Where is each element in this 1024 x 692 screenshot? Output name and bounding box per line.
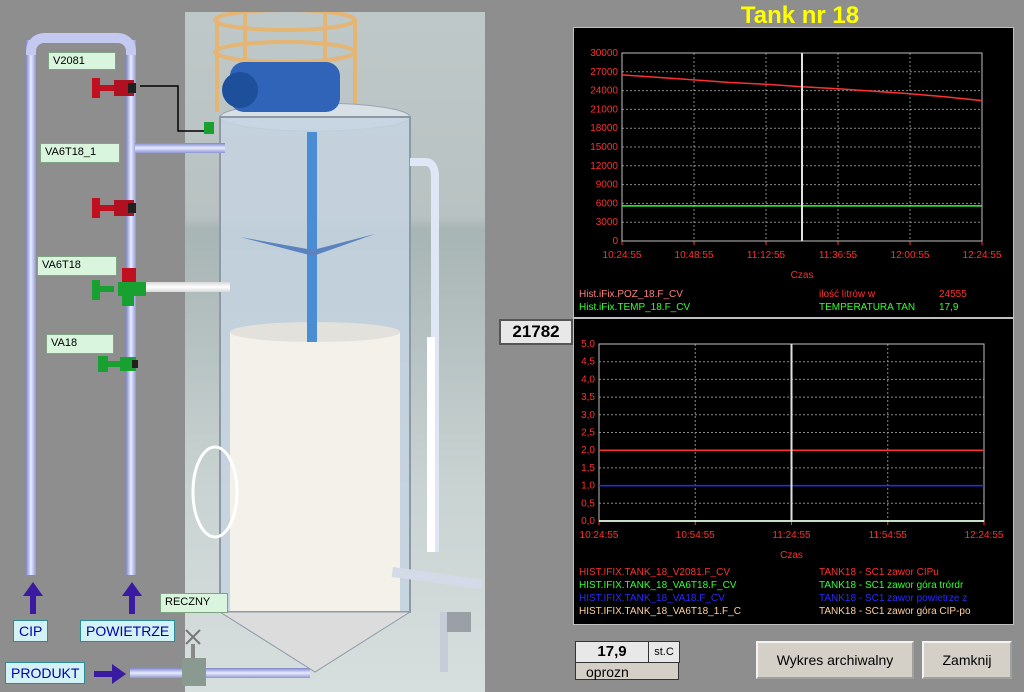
- legend-tag: Hist.iFix.POZ_18.F_CV: [579, 289, 683, 300]
- x-tick-label: 12:24:55: [965, 530, 1004, 541]
- x-tick-label: 12:00:55: [891, 250, 930, 261]
- va6t18-1-valve-icon[interactable]: [92, 196, 142, 220]
- tank-drawing: [191, 12, 483, 673]
- product-arrow-icon: [94, 664, 126, 684]
- air-arrow-icon: [122, 582, 142, 614]
- page-title: Tank nr 18: [740, 2, 860, 29]
- legend-tag: HIST.IFIX.TANK_18_VA18.F_CV: [579, 593, 725, 604]
- wire-icon: [140, 85, 214, 134]
- legend-tag: Hist.iFix.TEMP_18.F_CV: [579, 302, 690, 313]
- x-tick-label: 11:12:55: [747, 250, 786, 261]
- y-tick-label: 3,0: [581, 410, 595, 421]
- legend-tag: HIST.IFIX.TANK_18_VA6T18.F_CV: [579, 580, 737, 591]
- x-tick-label: 12:24:55: [963, 250, 1002, 261]
- tank-level-value: 21782: [499, 319, 573, 345]
- va6t18-1-tag: VA6T18_1: [40, 143, 120, 163]
- legend-tag: HIST.IFIX.TANK_18_V2081.F_CV: [579, 567, 730, 578]
- y-tick-label: 12000: [590, 161, 618, 172]
- y-tick-label: 3,5: [581, 392, 595, 403]
- legend-desc: TANK18 - SC1 zawor CIPu: [819, 567, 939, 578]
- va6t18-1-pipe: [135, 143, 225, 153]
- legend-value: 17,9: [939, 302, 959, 313]
- product-pipe: [130, 668, 310, 678]
- v2081-tag: V2081: [48, 52, 116, 70]
- y-tick-label: 1,0: [581, 481, 595, 492]
- legend-value: 24555: [939, 289, 967, 300]
- y-tick-label: 5,0: [581, 339, 595, 350]
- x-tick-label: 11:24:55: [772, 530, 811, 541]
- x-tick-label: 10:54:55: [676, 530, 715, 541]
- y-tick-label: 21000: [590, 104, 618, 115]
- y-tick-label: 27000: [590, 67, 618, 78]
- legend-tag: HIST.IFIX.TANK_18_VA6T18_1.F_C: [579, 606, 741, 617]
- y-tick-label: 0,0: [581, 516, 595, 527]
- y-tick-label: 6000: [596, 198, 619, 209]
- va6t18-tag: VA6T18: [37, 256, 117, 276]
- x-axis-label: Czas: [780, 550, 803, 561]
- va18-valve-icon[interactable]: [98, 354, 144, 374]
- x-tick-label: 10:24:55: [580, 530, 619, 541]
- legend-desc: TANK18 - SC1 zawor góra trórdr: [819, 580, 964, 591]
- cip-pipe: [26, 40, 36, 575]
- x-tick-label: 10:48:55: [675, 250, 714, 261]
- level-temp-chart: 0 3000 6000 9000 12000 15000 18000 21000 24000 27…: [573, 27, 1014, 318]
- manual-mode-tag[interactable]: RECZNY: [160, 593, 228, 613]
- cip-arrow-icon: [23, 582, 43, 614]
- valves-chart: 0,0 0,5 1,0 1,5 2,0 2,5 3,0 3,5 4,0 4,5 5,0 10:24:5…: [573, 318, 1014, 625]
- temperature-value: 17,9: [575, 641, 649, 663]
- close-button[interactable]: Zamknij: [922, 641, 1012, 679]
- x-tick-label: 11:36:55: [819, 250, 858, 261]
- temperature-unit: st.C: [648, 641, 680, 663]
- y-tick-label: 0,5: [581, 498, 595, 509]
- y-tick-label: 2,0: [581, 445, 595, 456]
- y-tick-label: 1,5: [581, 463, 595, 474]
- x-tick-label: 10:24:55: [603, 250, 642, 261]
- v2081-valve-icon[interactable]: [92, 76, 142, 100]
- y-tick-label: 15000: [590, 142, 618, 153]
- legend-desc: TANK18 - SC1 zawor góra CIP-po: [819, 606, 971, 617]
- y-tick-label: 18000: [590, 123, 618, 134]
- y-tick-label: 4,0: [581, 374, 595, 385]
- x-axis-label: Czas: [791, 270, 814, 281]
- y-tick-label: 0: [612, 236, 618, 247]
- va18-tag: VA18: [46, 334, 114, 354]
- y-tick-label: 9000: [596, 180, 619, 191]
- y-tick-label: 2,5: [581, 428, 595, 439]
- legend-desc: ilość litrów w: [819, 289, 876, 300]
- cip-nav[interactable]: CIP: [13, 620, 49, 642]
- product-nav[interactable]: PRODUKT: [5, 662, 86, 684]
- y-tick-label: 3000: [596, 217, 619, 228]
- y-tick-label: 24000: [590, 86, 618, 97]
- product-valve-icon[interactable]: [180, 628, 210, 690]
- y-tick-label: 4,5: [581, 357, 595, 368]
- archive-chart-button[interactable]: Wykres archiwalny: [756, 641, 914, 679]
- air-nav[interactable]: POWIETRZE: [80, 620, 176, 642]
- tank-status: oprozn: [575, 662, 679, 680]
- legend-desc: TANK18 - SC1 zawor powietrze z: [819, 593, 967, 604]
- y-tick-label: 30000: [590, 48, 618, 59]
- x-tick-label: 11:54:55: [869, 530, 908, 541]
- legend-desc: TEMPERATURA TAN: [819, 302, 915, 313]
